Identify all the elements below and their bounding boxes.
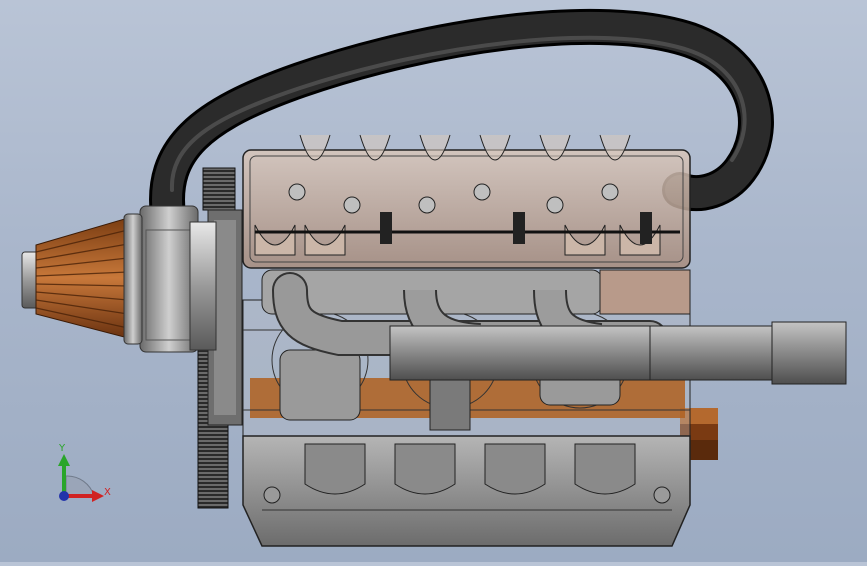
- air-filter[interactable]: [21, 213, 143, 345]
- triad-y-label: Y: [59, 443, 66, 454]
- valve-cover[interactable]: [242, 134, 691, 269]
- graphics-viewport[interactable]: Y X: [0, 0, 867, 562]
- turbo-housing[interactable]: [139, 205, 217, 353]
- exhaust-pipe[interactable]: [389, 321, 847, 385]
- reference-triad: [58, 454, 104, 502]
- triad-x-label: X: [104, 487, 111, 498]
- oil-pan[interactable]: [242, 435, 691, 547]
- cylinder-head[interactable]: [261, 269, 691, 315]
- timing-pulley[interactable]: [202, 167, 236, 211]
